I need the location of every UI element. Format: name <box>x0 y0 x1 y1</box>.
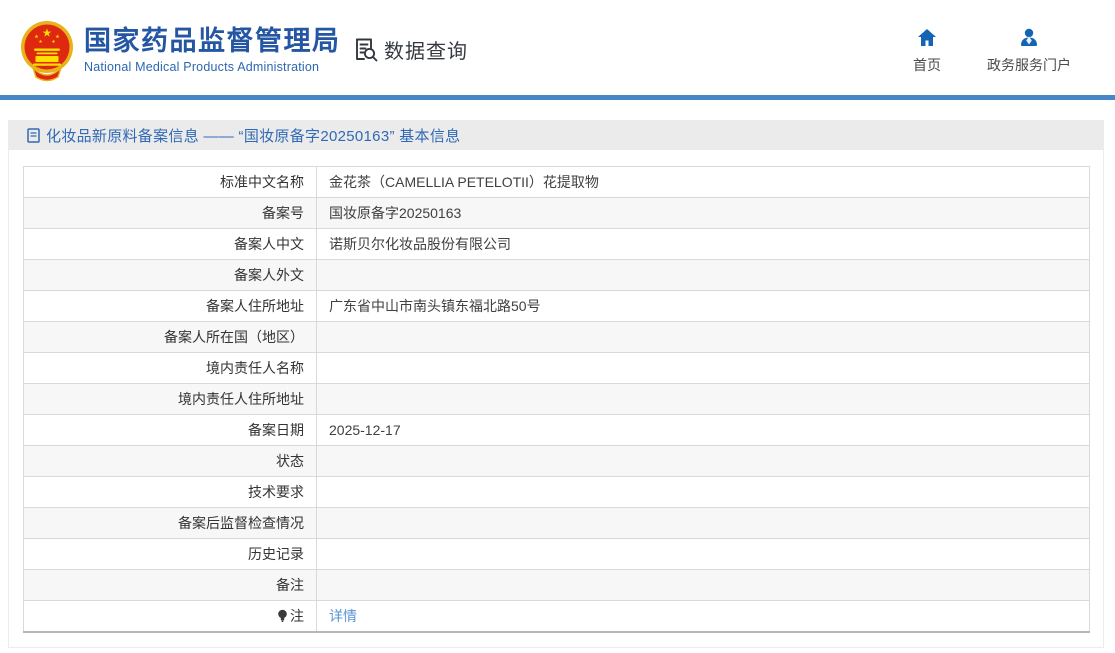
page-title: 化妆品新原料备案信息 —— “国妆原备字20250163” 基本信息 <box>46 125 460 146</box>
row-label: 状态 <box>24 446 317 477</box>
table-row: 备案人住所地址广东省中山市南头镇东福北路50号 <box>24 291 1090 322</box>
row-value: 国妆原备字20250163 <box>317 198 1090 229</box>
table-row: 技术要求 <box>24 477 1090 508</box>
row-value: 金花茶（CAMELLIA PETELOTII）花提取物 <box>317 167 1090 198</box>
row-label: 备案人外文 <box>24 260 317 291</box>
home-icon <box>917 28 937 47</box>
site-header: 国家药品监督管理局 National Medical Products Admi… <box>0 0 1115 95</box>
table-row: 备注 <box>24 570 1090 601</box>
national-emblem-logo <box>20 20 74 82</box>
row-label: 标准中文名称 <box>24 167 317 198</box>
info-table-area: 标准中文名称金花茶（CAMELLIA PETELOTII）花提取物备案号国妆原备… <box>23 166 1090 633</box>
table-row: 备案号国妆原备字20250163 <box>24 198 1090 229</box>
row-value <box>317 446 1090 477</box>
row-label: 备注 <box>24 570 317 601</box>
row-value <box>317 260 1090 291</box>
row-label: 技术要求 <box>24 477 317 508</box>
table-row: 境内责任人名称 <box>24 353 1090 384</box>
row-label: 历史记录 <box>24 539 317 570</box>
nav-portal[interactable]: 政务服务门户 <box>987 28 1071 75</box>
row-value <box>317 353 1090 384</box>
user-icon <box>1019 28 1039 47</box>
detail-link[interactable]: 详情 <box>329 608 357 624</box>
bulb-icon <box>277 609 288 623</box>
agency-name-en: National Medical Products Administration <box>84 60 341 74</box>
agency-name-cn: 国家药品监督管理局 <box>84 25 341 57</box>
data-query-label: 数据查询 <box>384 35 468 64</box>
row-label: 备案后监督检查情况 <box>24 508 317 539</box>
row-value <box>317 477 1090 508</box>
row-label: 备案日期 <box>24 415 317 446</box>
table-row: 注详情 <box>24 601 1090 632</box>
top-nav: 首页 政务服务门户 <box>913 28 1071 75</box>
header-divider-bar <box>0 95 1115 100</box>
table-row: 备案后监督检查情况 <box>24 508 1090 539</box>
row-value <box>317 539 1090 570</box>
document-icon <box>27 128 40 143</box>
table-row: 境内责任人住所地址 <box>24 384 1090 415</box>
document-search-icon <box>352 36 379 63</box>
table-row: 历史记录 <box>24 539 1090 570</box>
row-value <box>317 384 1090 415</box>
table-row: 备案人外文 <box>24 260 1090 291</box>
row-label: 备案人住所地址 <box>24 291 317 322</box>
nav-home[interactable]: 首页 <box>913 28 941 75</box>
agency-title-block: 国家药品监督管理局 National Medical Products Admi… <box>84 25 341 74</box>
row-label: 境内责任人名称 <box>24 353 317 384</box>
table-row: 备案日期2025-12-17 <box>24 415 1090 446</box>
table-row: 备案人中文诺斯贝尔化妆品股份有限公司 <box>24 229 1090 260</box>
row-value: 2025-12-17 <box>317 415 1090 446</box>
row-label: 境内责任人住所地址 <box>24 384 317 415</box>
registration-info-table: 标准中文名称金花茶（CAMELLIA PETELOTII）花提取物备案号国妆原备… <box>23 166 1090 633</box>
row-label: 备案号 <box>24 198 317 229</box>
content-container: 化妆品新原料备案信息 —— “国妆原备字20250163” 基本信息 标准中文名… <box>8 120 1104 648</box>
row-label: 备案人所在国（地区） <box>24 322 317 353</box>
page-title-bar: 化妆品新原料备案信息 —— “国妆原备字20250163” 基本信息 <box>9 120 1103 150</box>
row-value: 诺斯贝尔化妆品股份有限公司 <box>317 229 1090 260</box>
row-value <box>317 508 1090 539</box>
nav-home-label: 首页 <box>913 55 941 75</box>
row-value: 详情 <box>317 601 1090 632</box>
table-row: 标准中文名称金花茶（CAMELLIA PETELOTII）花提取物 <box>24 167 1090 198</box>
row-value: 广东省中山市南头镇东福北路50号 <box>317 291 1090 322</box>
row-value <box>317 322 1090 353</box>
nav-portal-label: 政务服务门户 <box>987 55 1071 75</box>
table-row: 备案人所在国（地区） <box>24 322 1090 353</box>
row-label: 备案人中文 <box>24 229 317 260</box>
data-query-section[interactable]: 数据查询 <box>352 35 468 64</box>
row-label: 注 <box>24 601 317 632</box>
row-value <box>317 570 1090 601</box>
table-row: 状态 <box>24 446 1090 477</box>
